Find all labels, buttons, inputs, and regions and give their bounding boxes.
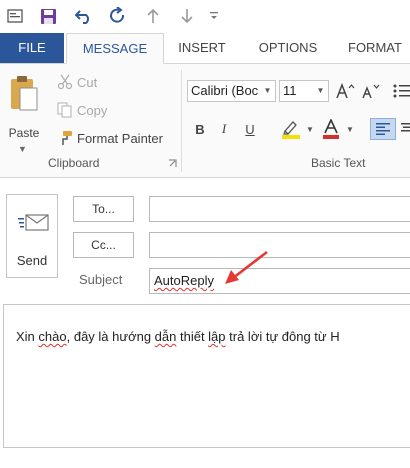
send-button[interactable]: Send — [6, 194, 58, 278]
font-color-button[interactable] — [318, 118, 344, 140]
align-left-button[interactable] — [370, 118, 396, 140]
tab-format[interactable]: FORMAT — [340, 33, 410, 63]
body-text-part: trả lời tự đông từ H — [225, 329, 340, 344]
grow-font-button[interactable] — [334, 80, 356, 102]
body-text-part-misspelled: lập — [208, 329, 226, 344]
arrow-down-icon[interactable] — [178, 6, 196, 26]
align-center-icon — [401, 123, 410, 132]
ribbon-tabs: FILE MESSAGE INSERT OPTIONS FORMAT — [0, 33, 410, 64]
paste-label: Paste — [8, 126, 40, 140]
cut-label: Cut — [77, 74, 98, 90]
clipboard-dialog-launcher-icon[interactable] — [168, 159, 177, 168]
body-text-part-misspelled: chào — [38, 329, 67, 344]
paste-dropdown-icon[interactable]: ▼ — [18, 144, 27, 154]
copy-icon — [56, 101, 74, 119]
cc-input[interactable] — [149, 232, 410, 258]
tab-file[interactable]: FILE — [0, 33, 64, 63]
font-name-dropdown-icon[interactable]: ▼ — [262, 81, 273, 101]
body-text-part: , đây là hướng — [66, 329, 155, 344]
highlight-dropdown-icon[interactable]: ▼ — [305, 118, 315, 140]
clipboard-group-label: Clipboard — [48, 156, 100, 170]
basic-text-group-label: Basic Text — [311, 156, 366, 170]
redo-icon[interactable] — [108, 6, 128, 26]
group-separator — [181, 70, 182, 172]
highlight-button[interactable] — [278, 118, 304, 140]
shrink-font-button[interactable] — [360, 80, 382, 102]
grow-font-icon — [336, 82, 355, 99]
to-input[interactable] — [149, 196, 410, 222]
send-label: Send — [16, 253, 48, 268]
to-button[interactable]: To... — [73, 196, 134, 222]
subject-label: Subject — [79, 272, 123, 287]
font-name-combobox[interactable]: Calibri (Boc ▼ — [187, 80, 276, 102]
highlighter-icon — [282, 121, 300, 139]
body-text-part: thiết — [176, 329, 209, 344]
shrink-font-icon — [362, 84, 380, 99]
font-size-dropdown-icon[interactable]: ▼ — [315, 81, 326, 101]
bold-button[interactable]: B — [190, 118, 210, 140]
scissors-icon — [56, 73, 74, 91]
underline-button[interactable]: U — [240, 118, 260, 140]
window-menu-icon[interactable] — [6, 6, 24, 26]
font-color-icon — [323, 119, 339, 139]
font-size-value: 11 — [283, 83, 297, 98]
font-name-value: Calibri (Boc — [191, 83, 259, 98]
format-painter-label: Format Painter — [77, 130, 163, 146]
subject-value: AutoReply — [154, 273, 214, 288]
save-icon[interactable] — [38, 6, 58, 26]
font-color-dropdown-icon[interactable]: ▼ — [345, 118, 355, 140]
message-body-text: Xin chào, đây là hướng dẫn thiết lập trả… — [16, 329, 340, 344]
paste-icon — [11, 76, 38, 111]
cut-button[interactable]: Cut — [56, 72, 97, 92]
format-painter-button[interactable]: Format Painter — [56, 128, 163, 148]
body-text-part-misspelled: dẫn — [154, 329, 177, 344]
format-painter-icon — [56, 129, 74, 147]
undo-icon[interactable] — [74, 6, 94, 26]
font-color-swatch — [323, 135, 339, 139]
align-center-button[interactable] — [400, 118, 410, 140]
send-envelope-icon — [18, 214, 49, 231]
quick-access-toolbar — [0, 0, 410, 32]
italic-button[interactable]: I — [214, 118, 234, 140]
align-left-icon — [376, 123, 390, 135]
body-text-part: Xin — [16, 329, 39, 344]
tab-message[interactable]: MESSAGE — [66, 33, 164, 64]
font-size-combobox[interactable]: 11 ▼ — [279, 80, 329, 102]
tab-options[interactable]: OPTIONS — [244, 33, 332, 63]
arrow-up-icon[interactable] — [144, 6, 162, 26]
bullets-icon — [393, 84, 410, 98]
bullets-button[interactable] — [392, 80, 410, 102]
customize-toolbar-icon[interactable] — [206, 6, 222, 26]
tab-insert[interactable]: INSERT — [166, 33, 238, 63]
highlight-color-swatch — [282, 135, 300, 139]
cc-button[interactable]: Cc... — [73, 232, 134, 258]
ribbon: Paste ▼ Cut Copy Format Painter Clipboar… — [0, 63, 410, 178]
copy-button[interactable]: Copy — [56, 100, 107, 120]
copy-label: Copy — [77, 102, 108, 118]
message-body-editor[interactable]: Xin chào, đây là hướng dẫn thiết lập trả… — [3, 304, 410, 448]
subject-input[interactable]: AutoReply — [149, 268, 410, 294]
paste-button[interactable]: Paste ▼ — [4, 74, 44, 158]
